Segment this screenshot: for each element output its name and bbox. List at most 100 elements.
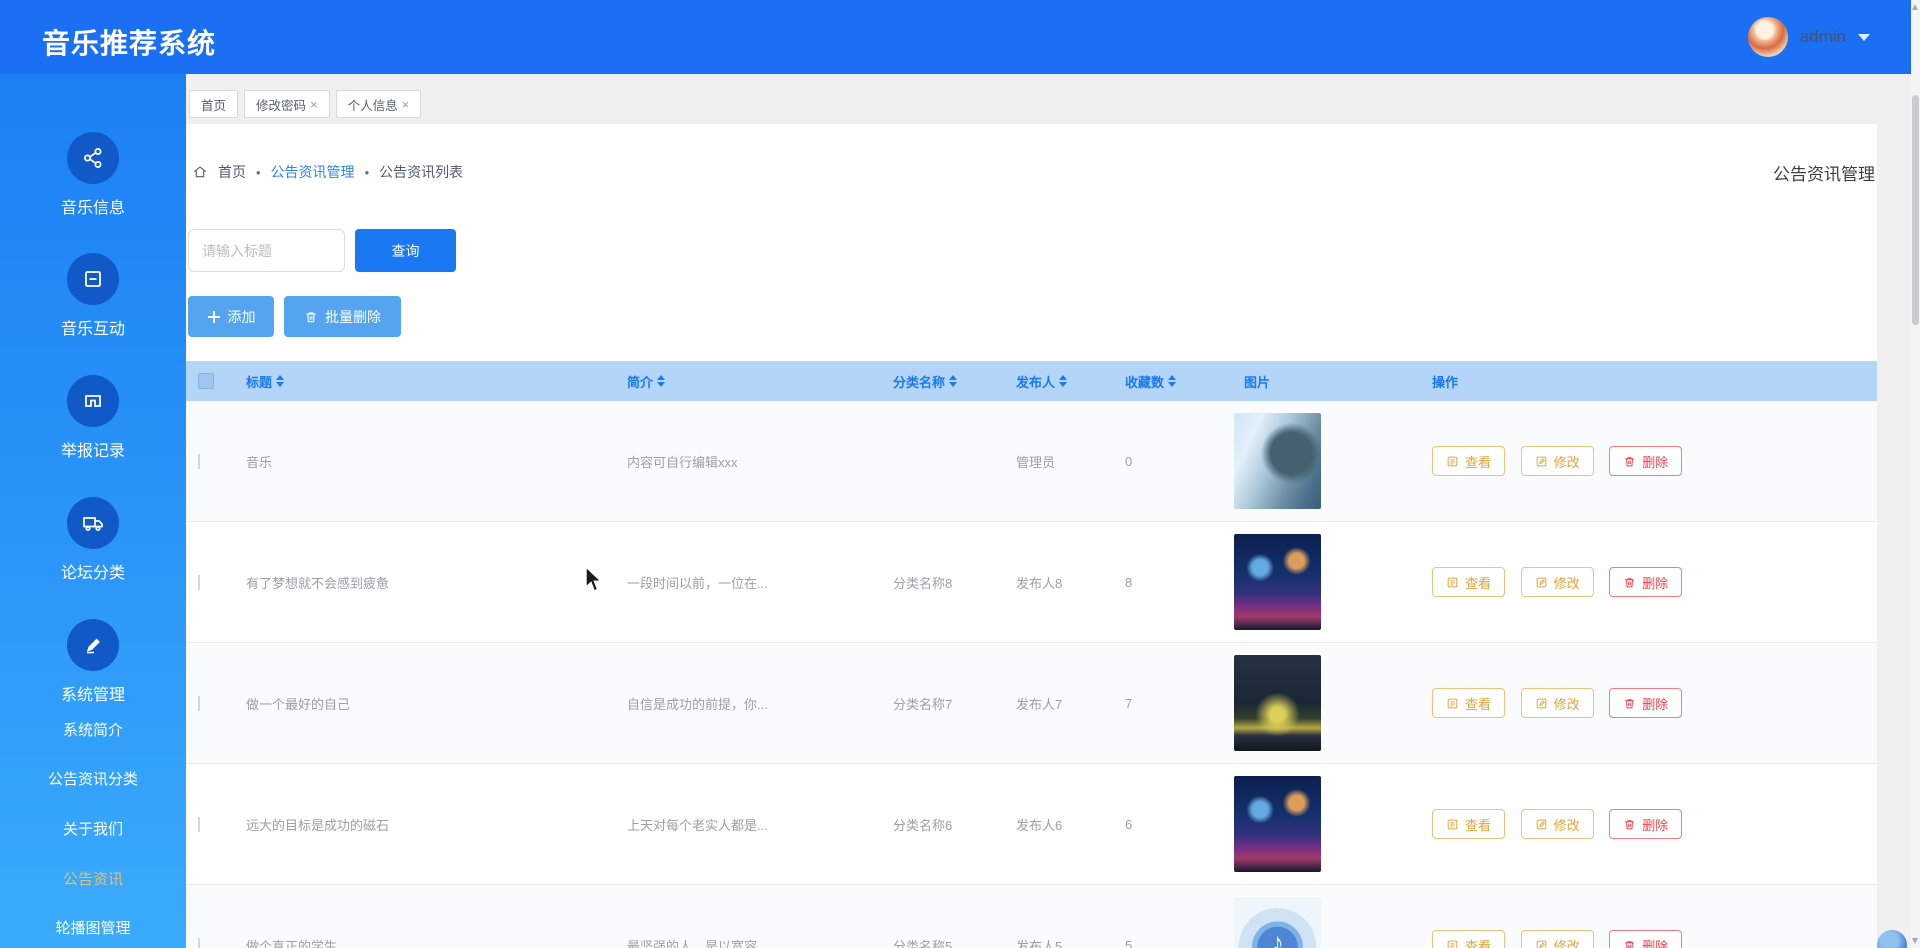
row-checkbox[interactable] bbox=[198, 575, 200, 590]
search-input[interactable] bbox=[188, 229, 345, 272]
pencil-square-icon bbox=[1535, 697, 1548, 710]
view-button[interactable]: 查看 bbox=[1432, 567, 1505, 597]
table-row: 做个真正的学生 最坚强的人，是以宽容... 分类名称5 发布人5 5 查看 修改… bbox=[186, 885, 1877, 948]
select-all-checkbox[interactable] bbox=[198, 373, 214, 389]
row-checkbox[interactable] bbox=[198, 454, 200, 469]
col-publisher[interactable]: 发布人 bbox=[1004, 372, 1113, 391]
user-avatar[interactable] bbox=[1748, 17, 1788, 57]
stage-lights-image[interactable] bbox=[1234, 655, 1321, 751]
concert-stage-image[interactable] bbox=[1234, 534, 1321, 630]
col-intro[interactable]: 简介 bbox=[615, 372, 881, 391]
breadcrumb-announcement-manage[interactable]: 公告资讯管理 bbox=[271, 162, 355, 182]
row-checkbox[interactable] bbox=[198, 817, 200, 832]
share-icon bbox=[67, 132, 119, 184]
singer-cover-image[interactable] bbox=[1234, 413, 1321, 509]
close-icon[interactable]: × bbox=[402, 97, 410, 112]
close-icon[interactable]: × bbox=[310, 97, 318, 112]
cell-title: 做个真正的学生 bbox=[234, 936, 615, 948]
view-button[interactable]: 查看 bbox=[1432, 930, 1505, 948]
tab-personal-info[interactable]: 个人信息 × bbox=[336, 90, 422, 118]
view-button[interactable]: 查看 bbox=[1432, 446, 1505, 476]
edit-button[interactable]: 修改 bbox=[1521, 930, 1594, 948]
sidebar-item-announcement-category[interactable]: 公告资讯分类 bbox=[0, 768, 186, 789]
document-icon bbox=[1446, 939, 1459, 948]
sidebar: 音乐信息 音乐互动 举报记录 论坛分类 系统管理 系统简介 公 bbox=[0, 74, 186, 948]
query-button[interactable]: 查询 bbox=[355, 229, 456, 272]
table-row: 有了梦想就不会感到疲惫 一段时间以前，一位在... 分类名称8 发布人8 8 查… bbox=[186, 522, 1877, 643]
cell-title: 做一个最好的自己 bbox=[234, 694, 615, 713]
document-icon bbox=[1446, 697, 1459, 710]
document-icon bbox=[1446, 455, 1459, 468]
music-note-image[interactable] bbox=[1234, 897, 1321, 948]
delete-button[interactable]: 删除 bbox=[1609, 809, 1682, 839]
sort-icon[interactable] bbox=[949, 375, 957, 387]
sort-icon[interactable] bbox=[276, 375, 284, 387]
row-checkbox[interactable] bbox=[198, 938, 200, 948]
edit-button[interactable]: 修改 bbox=[1521, 446, 1594, 476]
cell-category: 分类名称6 bbox=[881, 815, 1004, 834]
sidebar-item-music-info[interactable]: 音乐信息 bbox=[0, 132, 186, 218]
sidebar-item-report-records[interactable]: 举报记录 bbox=[0, 375, 186, 461]
col-favorites[interactable]: 收藏数 bbox=[1113, 372, 1232, 391]
username: admin bbox=[1800, 27, 1846, 47]
sidebar-item-label: 音乐互动 bbox=[0, 315, 186, 339]
trash-icon bbox=[1623, 576, 1636, 589]
sidebar-item-forum-category[interactable]: 论坛分类 bbox=[0, 497, 186, 583]
edit-button[interactable]: 修改 bbox=[1521, 809, 1594, 839]
sort-icon[interactable] bbox=[657, 375, 665, 387]
delete-button[interactable]: 删除 bbox=[1609, 930, 1682, 948]
delete-button[interactable]: 删除 bbox=[1609, 688, 1682, 718]
trash-icon bbox=[1623, 939, 1636, 948]
col-image: 图片 bbox=[1232, 372, 1420, 391]
sort-icon[interactable] bbox=[1059, 375, 1067, 387]
edit-button[interactable]: 修改 bbox=[1521, 567, 1594, 597]
sidebar-item-announcement[interactable]: 公告资讯 bbox=[0, 868, 186, 889]
cell-title: 音乐 bbox=[234, 452, 615, 471]
cell-category: 分类名称7 bbox=[881, 694, 1004, 713]
cell-intro: 上天对每个老实人都是... bbox=[615, 815, 881, 834]
chevron-down-icon[interactable] bbox=[1858, 34, 1870, 41]
view-button[interactable]: 查看 bbox=[1432, 809, 1505, 839]
col-title[interactable]: 标题 bbox=[234, 372, 615, 391]
cell-intro: 最坚强的人，是以宽容... bbox=[615, 936, 881, 948]
sidebar-item-system-intro[interactable]: 系统简介 bbox=[0, 719, 186, 740]
vertical-scrollbar[interactable] bbox=[1911, 0, 1920, 948]
tab-home[interactable]: 首页 bbox=[189, 90, 238, 118]
tab-change-password[interactable]: 修改密码 × bbox=[244, 90, 330, 118]
plus-icon bbox=[207, 310, 221, 324]
document-icon bbox=[1446, 818, 1459, 831]
panel-icon bbox=[67, 253, 119, 305]
breadcrumb-announcement-list[interactable]: 公告资讯列表 bbox=[379, 162, 463, 182]
cell-publisher: 管理员 bbox=[1004, 452, 1113, 471]
content-panel: 首页 • 公告资讯管理 • 公告资讯列表 公告资讯管理 查询 添加 批量删除 标… bbox=[186, 124, 1877, 948]
breadcrumb-home[interactable]: 首页 bbox=[218, 162, 246, 182]
cell-publisher: 发布人7 bbox=[1004, 694, 1113, 713]
batch-delete-button[interactable]: 批量删除 bbox=[284, 296, 401, 337]
trash-icon bbox=[1623, 697, 1636, 710]
edit-button[interactable]: 修改 bbox=[1521, 688, 1594, 718]
sidebar-item-carousel-manage[interactable]: 轮播图管理 bbox=[0, 917, 186, 938]
main-content: 首页 修改密码 × 个人信息 × 首页 • 公告资讯管理 • 公告资讯列表 公告… bbox=[186, 74, 1911, 948]
cell-favorites: 5 bbox=[1113, 938, 1232, 948]
add-button[interactable]: 添加 bbox=[188, 296, 274, 337]
scroll-down-icon[interactable] bbox=[1912, 938, 1918, 944]
app-title: 音乐推荐系统 bbox=[42, 22, 216, 62]
concert-stage-image[interactable] bbox=[1234, 776, 1321, 872]
delete-button[interactable]: 删除 bbox=[1609, 446, 1682, 476]
sort-icon[interactable] bbox=[1168, 375, 1176, 387]
pencil-square-icon bbox=[1535, 818, 1548, 831]
breadcrumb-separator: • bbox=[256, 165, 261, 180]
cell-publisher: 发布人6 bbox=[1004, 815, 1113, 834]
scroll-up-icon[interactable] bbox=[1912, 4, 1918, 10]
sidebar-item-about-us[interactable]: 关于我们 bbox=[0, 818, 186, 839]
sidebar-item-music-interact[interactable]: 音乐互动 bbox=[0, 253, 186, 339]
row-checkbox[interactable] bbox=[198, 696, 200, 711]
scrollbar-thumb[interactable] bbox=[1912, 95, 1919, 325]
cell-intro: 内容可自行编辑xxx bbox=[615, 452, 881, 471]
col-category[interactable]: 分类名称 bbox=[881, 372, 1004, 391]
view-button[interactable]: 查看 bbox=[1432, 688, 1505, 718]
sidebar-item-system-manage[interactable]: 系统管理 bbox=[0, 619, 186, 705]
user-menu[interactable]: admin bbox=[1748, 17, 1870, 57]
cell-title: 有了梦想就不会感到疲惫 bbox=[234, 573, 615, 592]
delete-button[interactable]: 删除 bbox=[1609, 567, 1682, 597]
